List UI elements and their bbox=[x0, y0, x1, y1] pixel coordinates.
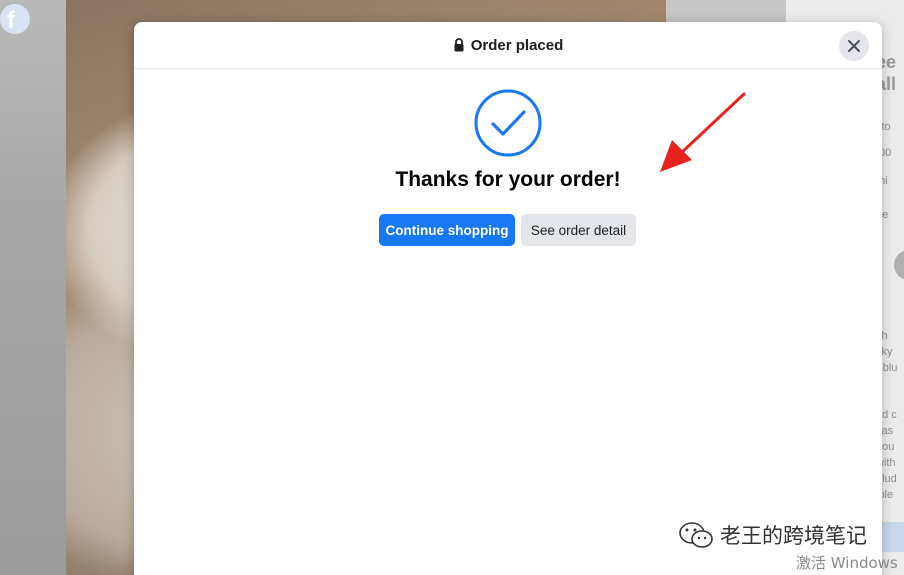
confirmation-heading: Thanks for your order! bbox=[395, 168, 621, 191]
order-placed-dialog: Order placed Thanks for your order! Cont… bbox=[134, 22, 882, 575]
background-sidebar bbox=[0, 0, 66, 575]
facebook-logo-icon: f bbox=[0, 4, 30, 34]
continue-shopping-button[interactable]: Continue shopping bbox=[379, 214, 515, 246]
panel-blue-bar bbox=[882, 522, 904, 552]
see-order-detail-button[interactable]: See order detail bbox=[521, 214, 636, 246]
panel-round-button bbox=[894, 250, 904, 280]
dialog-title-group: Order placed bbox=[453, 36, 564, 54]
wechat-watermark: 老王的跨境笔记 bbox=[678, 520, 867, 550]
wechat-watermark-text: 老王的跨境笔记 bbox=[720, 524, 867, 548]
wechat-icon bbox=[679, 522, 713, 548]
lock-icon bbox=[454, 38, 464, 52]
dialog-header: Order placed bbox=[134, 22, 882, 69]
windows-activation-watermark: 激活 Windows bbox=[796, 554, 898, 572]
dialog-actions: Continue shopping See order detail bbox=[379, 214, 636, 246]
close-button[interactable] bbox=[839, 31, 869, 61]
dialog-title: Order placed bbox=[470, 36, 564, 54]
red-arrow-annotation bbox=[660, 92, 746, 172]
close-icon bbox=[848, 40, 860, 52]
check-circle-icon bbox=[474, 89, 542, 157]
